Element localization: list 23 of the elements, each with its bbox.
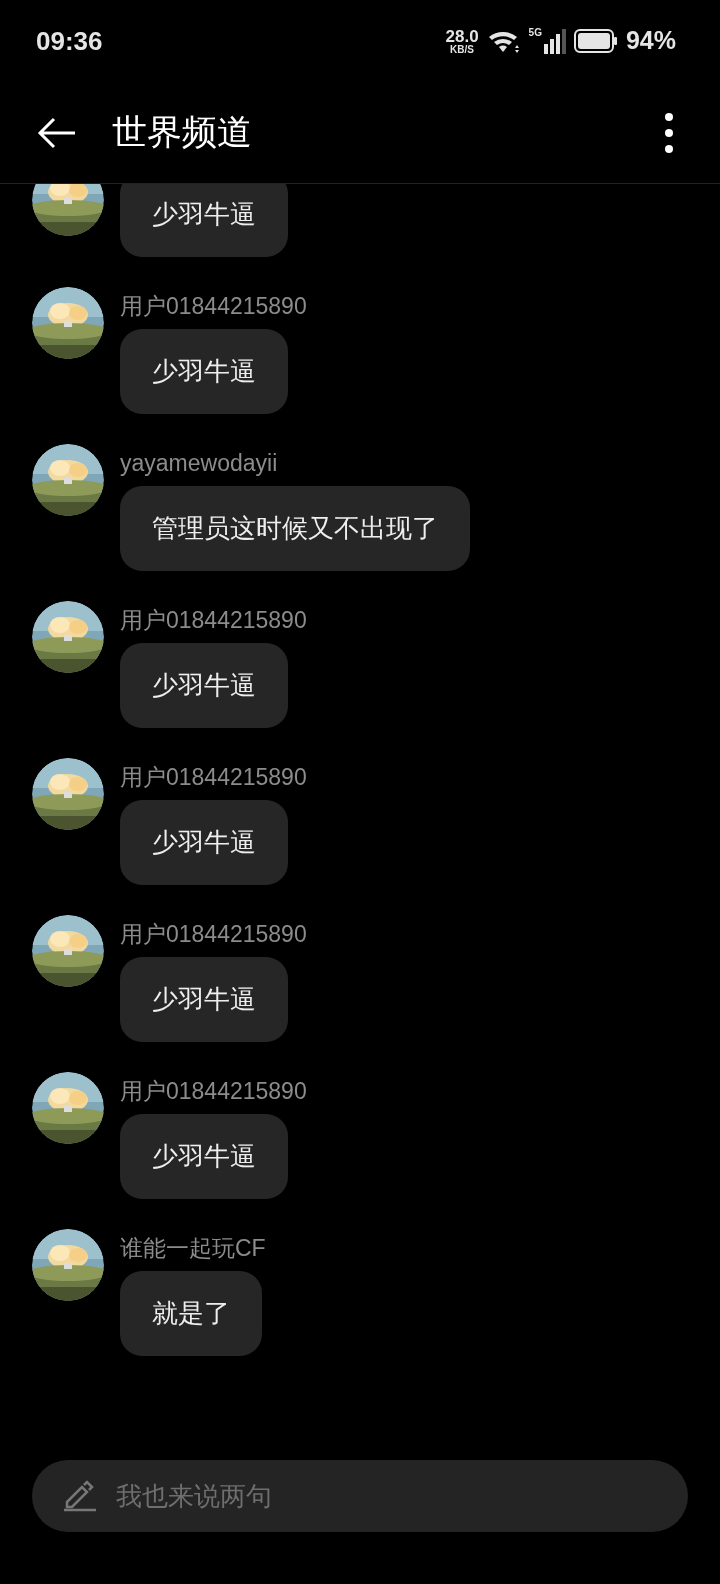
back-arrow-icon [37, 116, 77, 149]
sender-name: 用户01844215890 [120, 763, 307, 792]
message-bubble: 管理员这时候又不出现了 [120, 486, 470, 571]
sender-name: yayamewodayii [120, 449, 278, 478]
message-bubble: 就是了 [120, 1271, 262, 1356]
header-title: 世界频道 [112, 111, 252, 154]
message-bubble: 少羽牛逼 [120, 957, 288, 1042]
battery-percent: 94% [625, 25, 676, 57]
network-speed: 28.0 KB/S [445, 27, 479, 55]
sender-name: 用户01844215890 [120, 606, 307, 635]
message-bubble: 少羽牛逼 [120, 800, 288, 885]
message-input-field[interactable]: 我也来说两句 [32, 1460, 688, 1532]
message-bubble: 少羽牛逼 [120, 643, 288, 728]
message-bubble: 少羽牛逼 [120, 1114, 288, 1199]
status-time: 09:36 [36, 24, 103, 58]
sender-name: 谁能一起玩CF [120, 1234, 266, 1263]
pencil-icon [62, 1480, 96, 1512]
sender-name: 用户01844215890 [120, 920, 307, 949]
message-bubble: 少羽牛逼 [120, 329, 288, 414]
battery-icon [573, 29, 618, 53]
sender-name: 用户01844215890 [120, 1077, 307, 1106]
message-bubble: 少羽牛逼 [120, 184, 288, 257]
sender-name: 用户01844215890 [120, 292, 307, 321]
